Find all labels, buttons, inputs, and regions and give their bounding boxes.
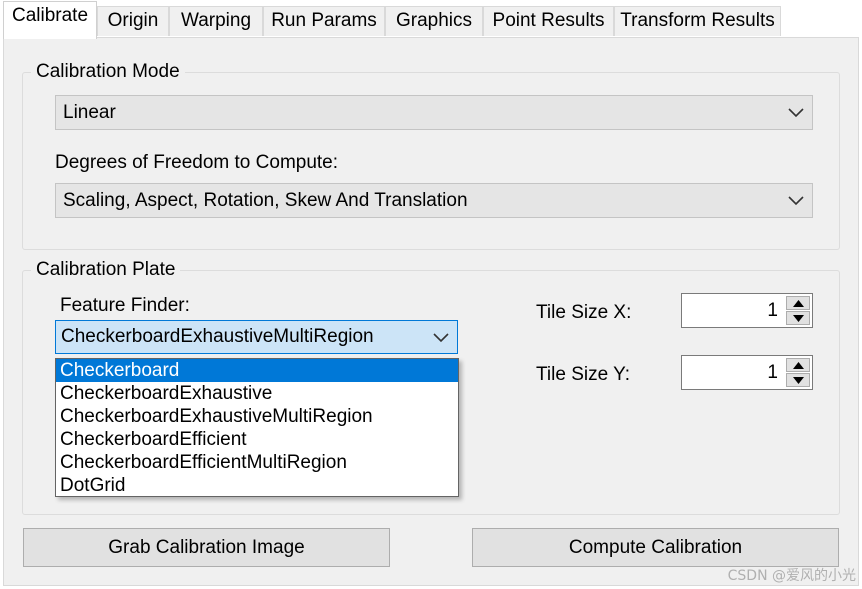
tab-graphics[interactable]: Graphics	[385, 6, 483, 36]
dropdown-option-checkerboard-efficient-multiregion[interactable]: CheckerboardEfficientMultiRegion	[56, 451, 458, 474]
tile-size-x-value[interactable]: 1	[767, 294, 778, 327]
watermark-text: CSDN @爱风的小光	[727, 568, 856, 584]
tile-size-y-spin-buttons	[786, 358, 810, 387]
dropdown-option-dotgrid[interactable]: DotGrid	[56, 474, 458, 497]
calibration-mode-combo[interactable]: Linear	[55, 95, 813, 130]
tab-calibrate[interactable]: Calibrate	[3, 1, 97, 39]
chevron-down-icon	[788, 196, 804, 206]
arrow-down-icon	[793, 315, 804, 322]
arrow-up-icon	[793, 300, 804, 307]
tile-size-x-spin-buttons	[786, 296, 810, 325]
tab-warping[interactable]: Warping	[169, 6, 263, 36]
arrow-up-icon	[793, 362, 804, 369]
feature-finder-value: CheckerboardExhaustiveMultiRegion	[61, 326, 374, 347]
feature-finder-combo[interactable]: CheckerboardExhaustiveMultiRegion	[55, 320, 458, 354]
tab-strip: Calibrate Origin Warping Run Params Grap…	[0, 0, 862, 39]
calibration-mode-title: Calibration Mode	[31, 59, 185, 85]
arrow-down-icon	[793, 377, 804, 384]
chevron-down-icon	[433, 333, 449, 343]
tile-size-x-down-button[interactable]	[786, 311, 810, 325]
tile-size-x-label: Tile Size X:	[536, 302, 632, 323]
tile-size-y-down-button[interactable]	[786, 373, 810, 387]
tab-run-params[interactable]: Run Params	[263, 6, 385, 36]
tab-origin[interactable]: Origin	[97, 6, 169, 36]
feature-finder-dropdown-list: Checkerboard CheckerboardExhaustive Chec…	[55, 358, 459, 497]
dof-combo[interactable]: Scaling, Aspect, Rotation, Skew And Tran…	[55, 183, 813, 218]
tile-size-x-stepper[interactable]: 1	[681, 293, 813, 328]
dropdown-option-checkerboard[interactable]: Checkerboard	[56, 359, 458, 382]
calibration-plate-title: Calibration Plate	[31, 257, 181, 283]
calibration-mode-value: Linear	[63, 102, 116, 123]
dof-label: Degrees of Freedom to Compute:	[55, 152, 339, 173]
calibration-tool-window: Calibrate Origin Warping Run Params Grap…	[0, 0, 862, 589]
compute-calibration-button[interactable]: Compute Calibration	[472, 528, 839, 567]
dropdown-option-checkerboard-exhaustive-multiregion[interactable]: CheckerboardExhaustiveMultiRegion	[56, 405, 458, 428]
tile-size-y-value[interactable]: 1	[767, 356, 778, 389]
tile-size-y-up-button[interactable]	[786, 358, 810, 372]
tile-size-x-up-button[interactable]	[786, 296, 810, 310]
tile-size-y-label: Tile Size Y:	[536, 364, 630, 385]
tile-size-y-stepper[interactable]: 1	[681, 355, 813, 390]
chevron-down-icon	[788, 108, 804, 118]
tab-transform-results[interactable]: Transform Results	[614, 6, 781, 36]
dof-value: Scaling, Aspect, Rotation, Skew And Tran…	[63, 190, 468, 211]
feature-finder-label: Feature Finder:	[60, 295, 190, 316]
dropdown-option-checkerboard-efficient[interactable]: CheckerboardEfficient	[56, 428, 458, 451]
grab-calibration-image-button[interactable]: Grab Calibration Image	[23, 528, 390, 567]
dropdown-option-checkerboard-exhaustive[interactable]: CheckerboardExhaustive	[56, 382, 458, 405]
tab-point-results[interactable]: Point Results	[483, 6, 614, 36]
